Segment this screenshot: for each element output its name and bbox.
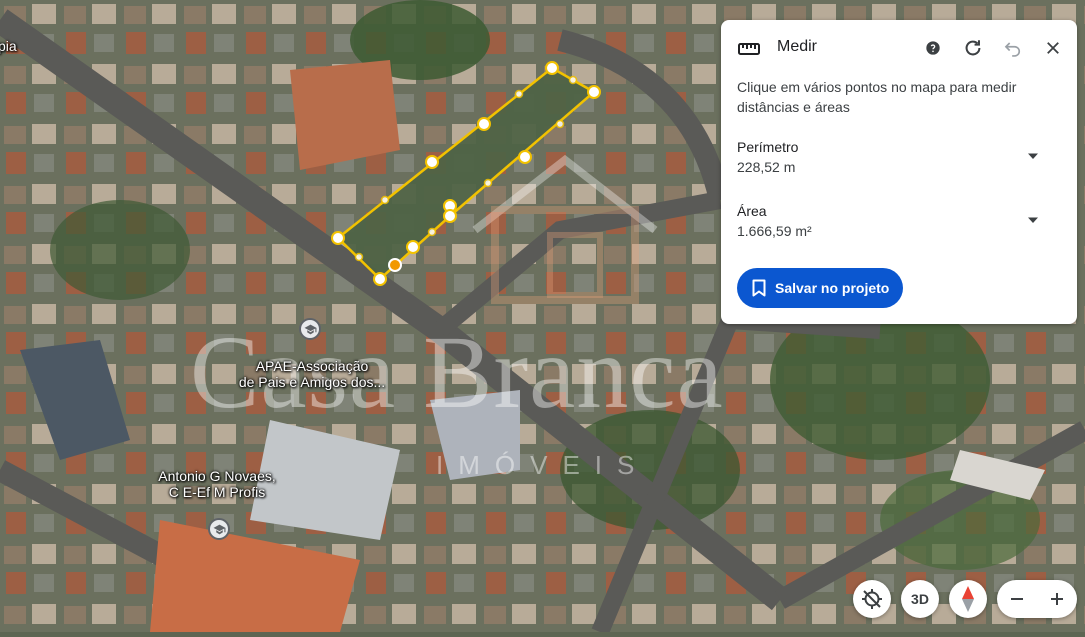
measure-vertex[interactable] bbox=[331, 231, 345, 245]
area-label: Área bbox=[737, 203, 767, 219]
measure-midpoint[interactable] bbox=[568, 75, 578, 85]
measure-midpoint[interactable] bbox=[514, 89, 524, 99]
watermark-house-icon bbox=[472, 154, 658, 304]
save-to-project-button[interactable]: Salvar no projeto bbox=[737, 268, 903, 308]
map-edge-label: pia bbox=[0, 38, 17, 54]
area-value: 1.666,59 m² bbox=[737, 223, 812, 239]
measure-midpoint[interactable] bbox=[354, 252, 364, 262]
zoom-control bbox=[997, 580, 1077, 618]
perimeter-dropdown-icon[interactable] bbox=[1027, 150, 1039, 162]
ruler-icon bbox=[738, 43, 760, 55]
place-label-apae[interactable]: APAE-Associação de Pais e Amigos dos... bbox=[222, 358, 402, 390]
watermark-subtitle: IMÓVEIS bbox=[436, 450, 650, 480]
school-icon[interactable] bbox=[299, 318, 321, 340]
measure-vertex[interactable] bbox=[477, 117, 491, 131]
measure-vertex[interactable] bbox=[425, 155, 439, 169]
zoom-out-icon[interactable] bbox=[997, 580, 1037, 618]
bookmark-icon bbox=[752, 279, 766, 297]
measure-vertex[interactable] bbox=[406, 240, 420, 254]
panel-header: Medir bbox=[721, 20, 1077, 76]
measure-midpoint[interactable] bbox=[380, 195, 390, 205]
place-label-school[interactable]: Antonio G Novaes, C E-Ef M Profis bbox=[142, 468, 292, 500]
save-button-label: Salvar no projeto bbox=[775, 280, 890, 296]
panel-title: Medir bbox=[777, 38, 818, 55]
measure-panel: Medir Clique em vários pontos no mapa pa… bbox=[721, 20, 1077, 324]
location-off-icon[interactable] bbox=[853, 580, 891, 618]
measure-midpoint[interactable] bbox=[555, 119, 565, 129]
measure-vertex[interactable] bbox=[587, 85, 601, 99]
close-icon[interactable] bbox=[1041, 36, 1065, 60]
compass-icon[interactable] bbox=[949, 580, 987, 618]
school-icon[interactable] bbox=[208, 518, 230, 540]
measure-vertex[interactable] bbox=[545, 61, 559, 75]
measure-active-vertex[interactable] bbox=[388, 258, 402, 272]
perimeter-value: 228,52 m bbox=[737, 159, 796, 175]
perimeter-label: Perímetro bbox=[737, 139, 799, 155]
measure-vertex[interactable] bbox=[373, 272, 387, 286]
area-dropdown-icon[interactable] bbox=[1027, 214, 1039, 226]
help-icon[interactable] bbox=[921, 36, 945, 60]
refresh-icon[interactable] bbox=[961, 36, 985, 60]
panel-description: Clique em vários pontos no mapa para med… bbox=[737, 79, 1017, 115]
three-d-button[interactable]: 3D bbox=[901, 580, 939, 618]
undo-icon[interactable] bbox=[1001, 36, 1025, 60]
measure-midpoint[interactable] bbox=[427, 227, 437, 237]
zoom-in-icon[interactable] bbox=[1037, 580, 1077, 618]
